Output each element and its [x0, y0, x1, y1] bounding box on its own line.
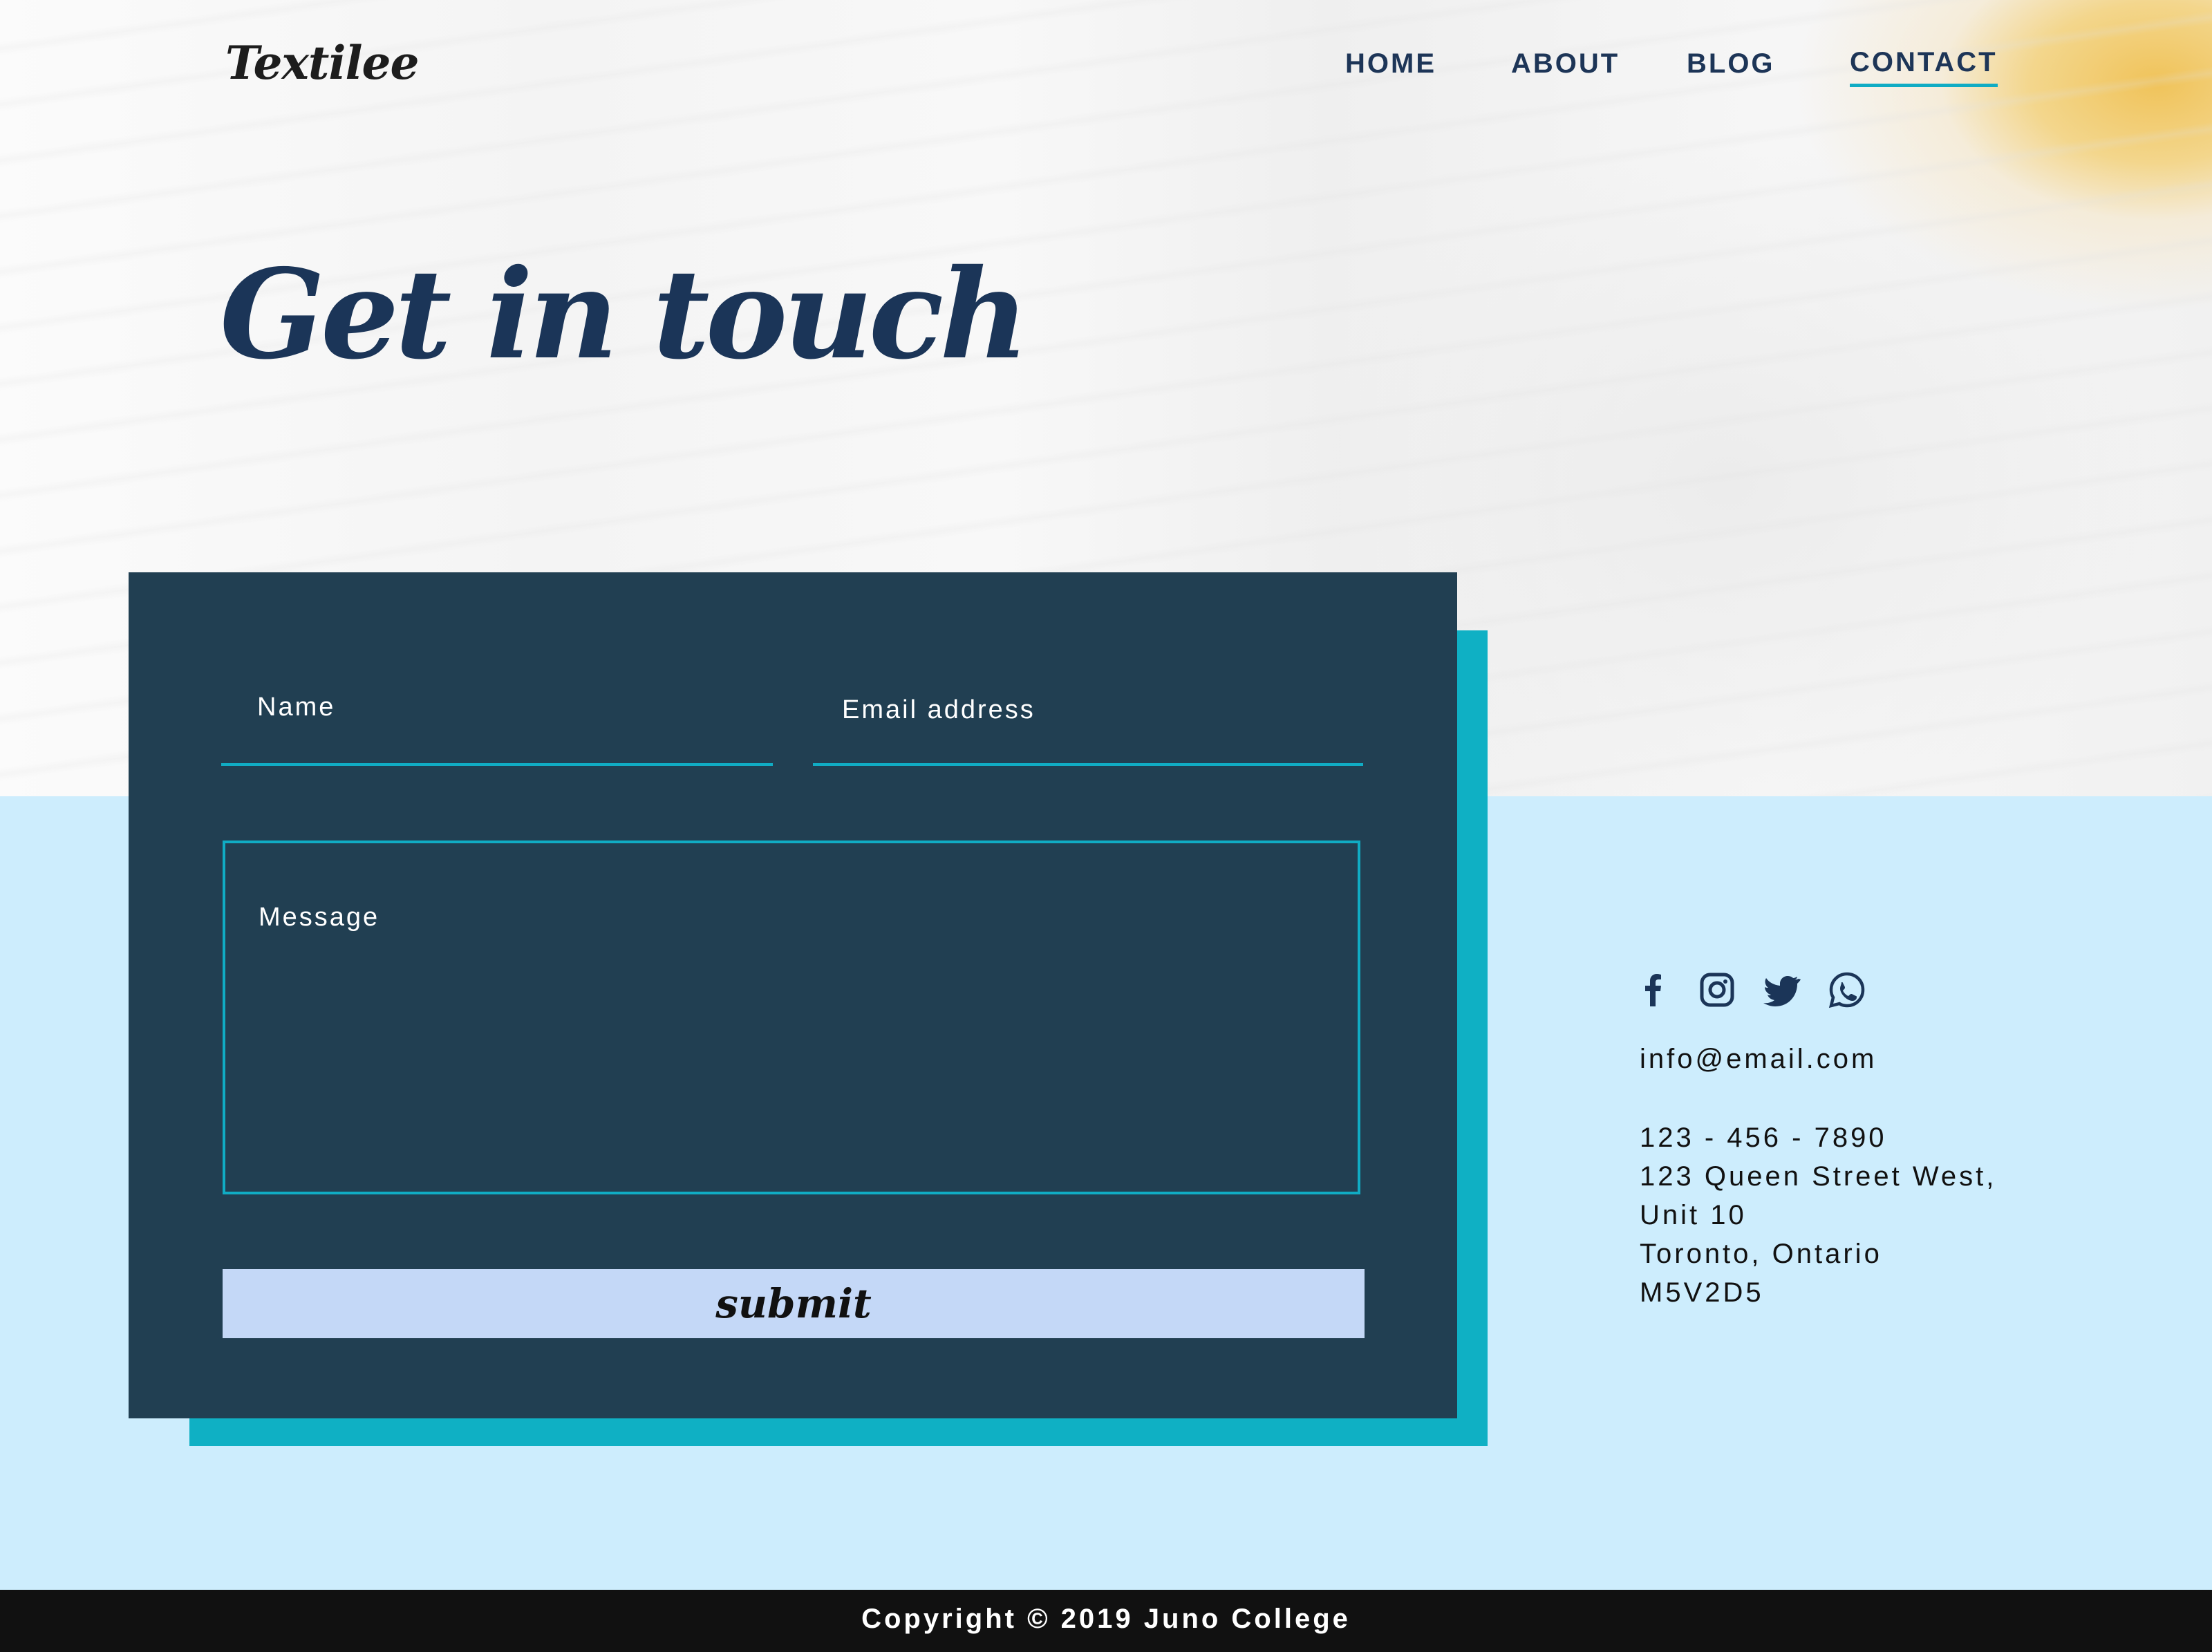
page-title: Get in touch	[220, 242, 1029, 386]
contact-email[interactable]: info@email.com	[1640, 1044, 1877, 1075]
instagram-icon[interactable]	[1698, 970, 1736, 1009]
nav-blog[interactable]: BLOG	[1687, 48, 1775, 79]
copyright-text: Copyright © 2019 Juno College	[861, 1604, 1351, 1634]
address-line-3: Toronto, Ontario	[1640, 1239, 1882, 1269]
name-field-underline	[221, 763, 773, 766]
address-line-2: Unit 10	[1640, 1200, 1747, 1230]
footer: Copyright © 2019 Juno College	[0, 1590, 2212, 1652]
twitter-icon[interactable]	[1763, 970, 1801, 1009]
nav-contact[interactable]: CONTACT	[1850, 47, 1998, 87]
nav-home[interactable]: HOME	[1345, 48, 1436, 79]
email-field-underline	[813, 763, 1363, 766]
contact-phone[interactable]: 123 - 456 - 7890	[1640, 1123, 1887, 1154]
message-placeholder: Message	[259, 903, 380, 932]
whatsapp-icon[interactable]	[1828, 970, 1866, 1009]
address-line-1: 123 Queen Street West,	[1640, 1161, 1997, 1192]
submit-button[interactable]: submit	[223, 1269, 1365, 1338]
postal-code: M5V2D5	[1640, 1277, 1764, 1308]
message-textarea[interactable]	[223, 841, 1360, 1194]
facebook-icon[interactable]	[1634, 970, 1673, 1009]
nav-about[interactable]: ABOUT	[1511, 48, 1620, 79]
main-nav: HOME ABOUT BLOG CONTACT	[0, 44, 2212, 100]
name-field[interactable]: Name	[257, 693, 335, 722]
email-field[interactable]: Email address	[842, 695, 1035, 725]
